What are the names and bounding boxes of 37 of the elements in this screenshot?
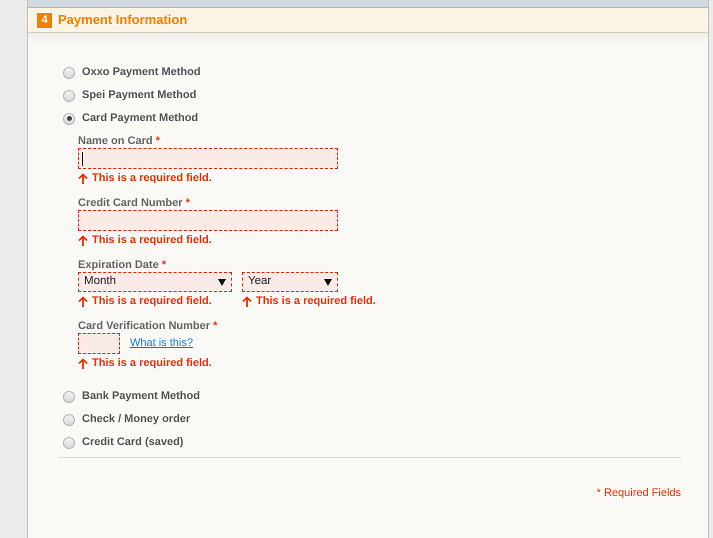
required-fields-note: * Required Fields <box>596 486 681 501</box>
field-label: Name on Card * <box>78 134 161 148</box>
payment-method-radio[interactable] <box>63 390 75 402</box>
caret-icon <box>324 278 332 286</box>
text-input-field[interactable] <box>78 210 338 231</box>
warning-arrow-icon <box>78 358 88 370</box>
warning-arrow-icon <box>78 234 88 246</box>
warning-arrow-icon <box>78 296 88 308</box>
dropdown-select[interactable]: Month <box>78 272 232 292</box>
dropdown-select[interactable]: Year <box>242 272 338 292</box>
section-title: Payment Information <box>58 11 188 30</box>
error-message: This is a required field. <box>92 356 212 372</box>
payment-method-label[interactable]: Credit Card (saved) <box>82 434 184 451</box>
field-label: Expiration Date * <box>78 258 168 272</box>
payment-method-label[interactable]: Spei Payment Method <box>82 87 196 104</box>
payment-method-radio[interactable] <box>63 66 75 78</box>
warning-arrow-icon <box>242 296 252 308</box>
payment-method-label[interactable]: Card Payment Method <box>82 110 198 127</box>
payment-method-radio[interactable] <box>63 90 75 102</box>
field-label: Card Verification Number * <box>78 319 218 333</box>
payment-method-radio[interactable] <box>63 414 75 426</box>
step-number: 4 <box>37 12 52 28</box>
warning-arrow-icon <box>78 172 88 184</box>
caret-icon <box>218 278 226 286</box>
error-message: This is a required field. <box>92 171 212 186</box>
text-input-field[interactable] <box>78 148 338 169</box>
payment-method-radio[interactable] <box>63 436 75 448</box>
field-label: Credit Card Number * <box>78 196 191 210</box>
error-message: This is a required field. <box>92 294 212 310</box>
payment-method-label[interactable]: Bank Payment Method <box>82 388 200 405</box>
payment-method-label[interactable]: Check / Money order <box>82 411 190 428</box>
error-message: This is a required field. <box>256 294 376 310</box>
help-link[interactable]: What is this? <box>130 335 193 352</box>
error-message: This is a required field. <box>92 233 212 248</box>
cvv-input-field[interactable] <box>78 333 120 354</box>
payment-method-radio[interactable] <box>63 112 75 124</box>
payment-method-label[interactable]: Oxxo Payment Method <box>82 64 201 81</box>
